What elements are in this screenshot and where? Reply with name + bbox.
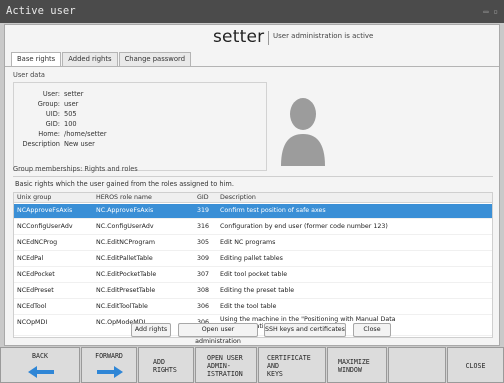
table-row[interactable]: NCEdPocket NC.EditPocketTable 307 Edit t… <box>14 268 492 283</box>
empty-softkey[interactable] <box>388 347 446 383</box>
table-header: Unix group HEROS role name GID Descripti… <box>14 193 492 203</box>
cell-desc: Edit NC programs <box>220 239 276 246</box>
group-key: Group: <box>37 100 60 108</box>
cell-desc: Configuration by end user (former code n… <box>220 223 388 230</box>
brand-label: setter <box>213 27 265 47</box>
description-value: New user <box>64 140 95 148</box>
cell-role: NC.EditPresetTable <box>96 287 156 294</box>
cell-role: NC.EditNCProgram <box>96 239 155 246</box>
add-rights-softkey[interactable]: ADD RIGHTS <box>138 347 194 383</box>
description-key: Description <box>22 140 60 148</box>
cell-role: NC.EditPalletTable <box>96 255 153 262</box>
col-heros-role[interactable]: HEROS role name <box>96 194 152 201</box>
open-user-admin-label: OPEN USER ADMIN- ISTRATION <box>207 354 243 378</box>
open-user-admin-button[interactable]: Open user administration <box>178 323 258 345</box>
admin-status-text: User administration is active <box>273 32 374 40</box>
cell-role: NC.ConfigUserAdv <box>96 223 154 230</box>
section-divider <box>13 176 493 177</box>
cell-unix: NCOpMDI <box>17 319 48 326</box>
cell-gid: 305 <box>197 239 210 246</box>
arrow-right-icon <box>97 366 123 378</box>
cell-gid: 319 <box>197 207 210 214</box>
maximize-window-label: MAXIMIZE WINDOW <box>338 358 370 374</box>
cell-gid: 309 <box>197 255 210 262</box>
tab-bar: Base rights Added rights Change password <box>11 52 192 66</box>
tab-added-rights[interactable]: Added rights <box>62 52 118 66</box>
ssh-keys-button[interactable]: SSH keys and certificates <box>264 323 346 337</box>
forward-softkey[interactable]: FORWARD <box>81 347 137 383</box>
user-admin-window: setter User administration is active Bas… <box>4 24 500 346</box>
cell-role: NC.EditToolTable <box>96 303 148 310</box>
user-avatar-icon <box>281 98 325 166</box>
user-key: User: <box>42 90 60 98</box>
user-data-label: User data <box>13 71 45 79</box>
table-row[interactable]: NCEdTool NC.EditToolTable 306 Edit the t… <box>14 300 492 315</box>
cell-desc: Editing pallet tables <box>220 255 283 262</box>
softkey-bar: BACK FORWARD ADD RIGHTS OPEN USER ADMIN-… <box>0 347 504 383</box>
certificate-keys-softkey[interactable]: CERTIFICATE AND KEYS <box>258 347 326 383</box>
user-value: setter <box>64 90 84 98</box>
col-description[interactable]: Description <box>220 194 256 201</box>
forward-label: FORWARD <box>95 352 123 360</box>
tab-base-rights[interactable]: Base rights <box>11 52 62 66</box>
add-rights-button[interactable]: Add rights <box>131 323 171 337</box>
uid-value: 505 <box>64 110 77 118</box>
cell-gid: 306 <box>197 303 210 310</box>
cell-gid: 316 <box>197 223 210 230</box>
cell-unix: NCEdPreset <box>17 287 54 294</box>
cell-desc: Edit tool pocket table <box>220 271 288 278</box>
cell-gid: 307 <box>197 271 210 278</box>
col-gid[interactable]: GID <box>197 194 209 201</box>
cell-unix: NCApproveFsAxis <box>17 207 73 214</box>
cell-unix: NCEdPocket <box>17 271 55 278</box>
window-titlebar: Active user ▭ ▫ <box>0 0 504 23</box>
group-value: user <box>64 100 79 108</box>
close-softkey[interactable]: CLOSE <box>447 347 504 383</box>
table-row[interactable]: NCConfigUserAdv NC.ConfigUserAdv 316 Con… <box>14 220 492 235</box>
titlebar-icons[interactable]: ▭ ▫ <box>484 0 498 23</box>
basic-rights-note: Basic rights which the user gained from … <box>15 180 234 188</box>
gid-key: GID: <box>45 120 60 128</box>
add-rights-label: ADD RIGHTS <box>153 358 177 374</box>
cell-unix: NCConfigUserAdv <box>17 223 73 230</box>
tab-change-password[interactable]: Change password <box>118 52 192 66</box>
back-softkey[interactable]: BACK <box>0 347 80 383</box>
cell-role: NC.EditPocketTable <box>96 271 157 278</box>
cell-desc: Edit the tool table <box>220 303 277 310</box>
back-label: BACK <box>32 352 48 360</box>
open-user-admin-softkey[interactable]: OPEN USER ADMIN- ISTRATION <box>195 347 257 383</box>
arrow-left-icon <box>28 366 54 378</box>
table-row[interactable]: NCEdPreset NC.EditPresetTable 308 Editin… <box>14 284 492 299</box>
cell-unix: NCEdPal <box>17 255 44 262</box>
certificate-keys-label: CERTIFICATE AND KEYS <box>267 354 311 378</box>
uid-key: UID: <box>45 110 60 118</box>
header: setter User administration is active <box>5 25 499 49</box>
header-divider <box>268 31 269 45</box>
user-data-panel: User: setter Group: user UID: 505 GID: 1… <box>13 82 267 171</box>
cell-unix: NCEdTool <box>17 303 47 310</box>
cell-desc: Editing the preset table <box>220 287 295 294</box>
table-row[interactable]: NCEdPal NC.EditPalletTable 309 Editing p… <box>14 252 492 267</box>
window-title: Active user <box>6 5 76 17</box>
cell-desc: Confirm test position of safe axes <box>220 207 326 214</box>
gid-value: 100 <box>64 120 77 128</box>
table-row[interactable]: NCEdNCProg NC.EditNCProgram 305 Edit NC … <box>14 236 492 251</box>
rights-table[interactable]: Unix group HEROS role name GID Descripti… <box>13 192 493 338</box>
tab-divider <box>5 66 499 67</box>
cell-gid: 308 <box>197 287 210 294</box>
cell-unix: NCEdNCProg <box>17 239 58 246</box>
col-unix-group[interactable]: Unix group <box>17 194 51 201</box>
home-value: /home/setter <box>64 130 107 138</box>
close-label: CLOSE <box>465 362 486 370</box>
cell-role: NC.ApproveFsAxis <box>96 207 154 214</box>
group-memberships-label: Group memberships: Rights and roles <box>13 165 138 173</box>
home-key: Home: <box>38 130 60 138</box>
maximize-window-softkey[interactable]: MAXIMIZE WINDOW <box>327 347 387 383</box>
close-dialog-button[interactable]: Close <box>353 323 391 337</box>
table-row[interactable]: NCApproveFsAxis NC.ApproveFsAxis 319 Con… <box>14 204 492 219</box>
